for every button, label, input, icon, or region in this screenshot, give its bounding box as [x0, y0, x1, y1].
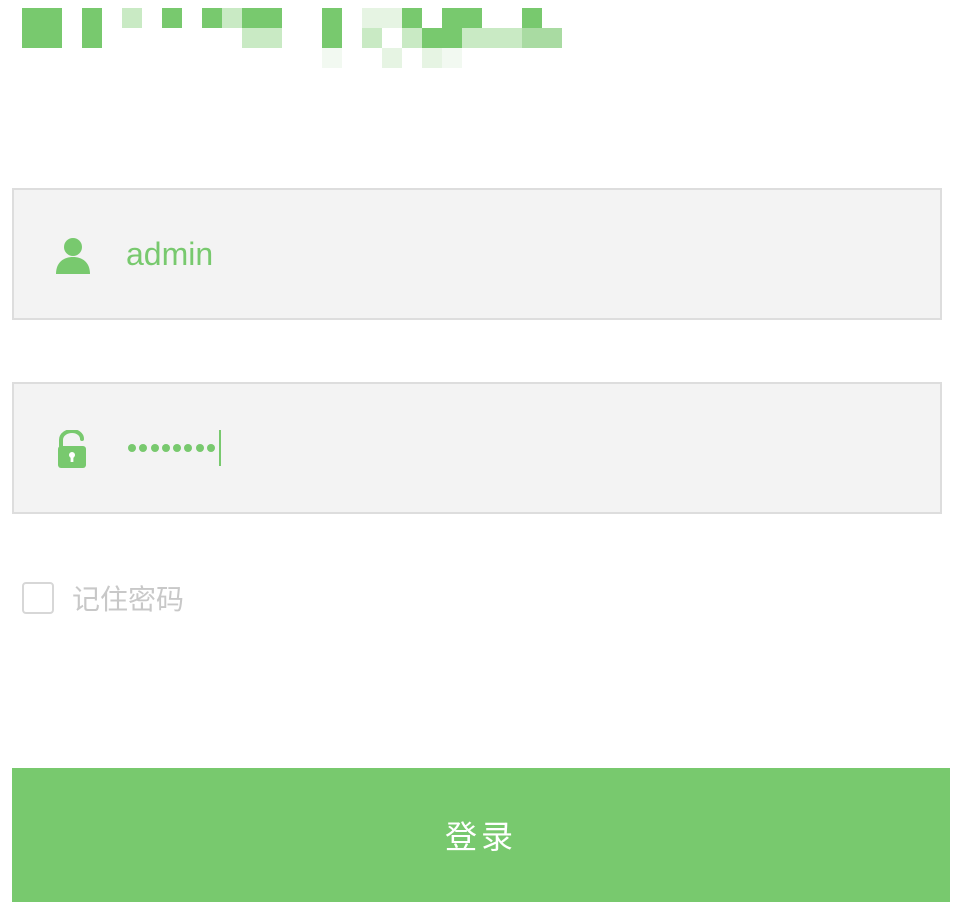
remember-password-checkbox[interactable]: [22, 582, 54, 614]
logo-pixel: [262, 28, 282, 48]
logo-pixel: [402, 8, 422, 28]
remember-password-label: 记住密码: [72, 583, 185, 616]
logo-pixel: [22, 28, 42, 48]
login-page: admin 记住密码 登录: [0, 0, 966, 920]
text-caret: [219, 430, 222, 466]
password-dot: [150, 444, 159, 452]
logo-pixel: [42, 8, 62, 28]
password-masked-value[interactable]: [128, 384, 222, 512]
logo-pixel: [242, 28, 262, 48]
logo-pixel: [482, 28, 502, 48]
pixelated-title-logo: [0, 0, 600, 80]
logo-pixel: [522, 8, 542, 28]
user-icon: [54, 236, 92, 276]
logo-pixel: [82, 8, 102, 28]
password-field[interactable]: [12, 382, 942, 514]
password-dot: [139, 444, 148, 452]
unlock-icon: [54, 428, 92, 470]
logo-pixel: [422, 28, 442, 48]
logo-pixel: [422, 48, 442, 68]
logo-pixel: [22, 8, 42, 28]
password-dot: [184, 444, 193, 452]
logo-pixel: [242, 8, 262, 28]
logo-pixel: [362, 28, 382, 48]
password-dot: [128, 444, 136, 452]
logo-pixel: [522, 28, 542, 48]
logo-pixel: [442, 48, 462, 68]
password-dot: [195, 444, 204, 452]
logo-pixel: [442, 28, 462, 48]
password-dot: [207, 444, 216, 452]
logo-pixel: [462, 28, 482, 48]
password-dot: [173, 444, 182, 452]
login-button[interactable]: 登录: [12, 768, 950, 902]
logo-pixel: [502, 28, 522, 48]
logo-pixel: [322, 28, 342, 48]
logo-pixel: [262, 8, 282, 28]
logo-pixel: [542, 28, 562, 48]
logo-pixel: [322, 8, 342, 28]
logo-pixel: [162, 8, 182, 28]
logo-pixel: [122, 8, 142, 28]
username-value[interactable]: admin: [126, 190, 213, 318]
logo-pixel: [382, 8, 402, 28]
logo-pixel: [222, 8, 242, 28]
logo-pixel: [442, 8, 462, 28]
logo-pixel: [82, 28, 102, 48]
logo-pixel: [362, 8, 382, 28]
username-field[interactable]: admin: [12, 188, 942, 320]
remember-password[interactable]: 记住密码: [22, 580, 184, 616]
logo-pixel: [42, 28, 62, 48]
logo-pixel: [322, 48, 342, 68]
password-dot: [161, 444, 170, 452]
logo-pixel: [462, 8, 482, 28]
logo-pixel: [402, 28, 422, 48]
logo-pixel: [202, 8, 222, 28]
logo-pixel: [382, 48, 402, 68]
